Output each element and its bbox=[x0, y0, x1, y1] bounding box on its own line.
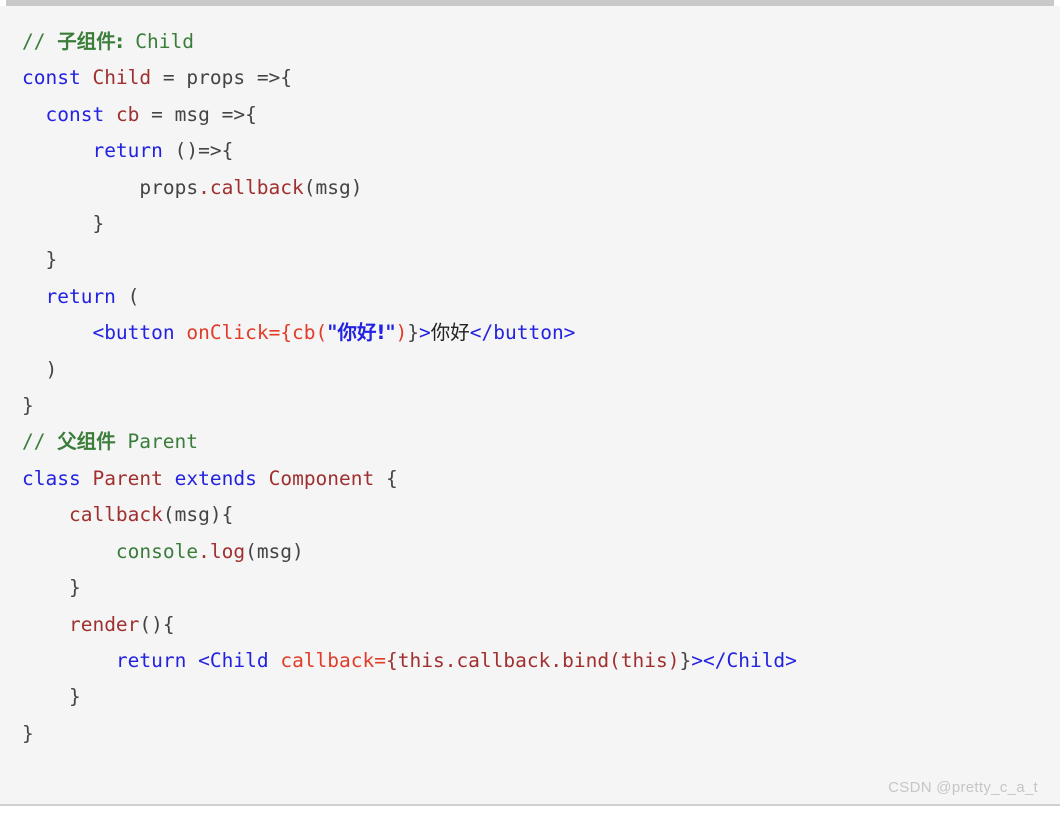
code-token: props bbox=[139, 175, 199, 199]
code-token: render bbox=[68, 612, 140, 636]
code-token: class bbox=[22, 466, 81, 490]
code-token: onClick={cb( bbox=[186, 321, 328, 345]
code-line: callback(msg){ bbox=[22, 497, 1060, 533]
code-token: } bbox=[68, 576, 81, 600]
code-line: } bbox=[22, 570, 1060, 606]
code-token: callback bbox=[68, 503, 163, 527]
code-line: return ( bbox=[22, 279, 1060, 315]
code-line: } bbox=[22, 679, 1060, 715]
code-line: console.log(msg) bbox=[22, 534, 1060, 570]
code-token: } bbox=[68, 685, 81, 709]
code-token: (){ bbox=[139, 612, 175, 636]
code-token: {this.callback.bind(this) bbox=[386, 648, 680, 672]
code-token: Child bbox=[123, 30, 194, 53]
code-token: (msg) bbox=[303, 175, 363, 199]
code-line: } bbox=[22, 206, 1060, 242]
code-line: const Child = props =>{ bbox=[22, 60, 1060, 96]
code-token: // bbox=[22, 430, 58, 454]
screenshot-root: // 子组件: Child const Child = props =>{ con… bbox=[0, 0, 1060, 814]
code-token: return bbox=[45, 284, 116, 308]
code-line: // 子组件: Child bbox=[22, 24, 1060, 60]
code-line: // 父组件 Parent bbox=[22, 424, 1060, 460]
code-line: return ()=>{ bbox=[22, 133, 1060, 169]
code-token: } bbox=[92, 212, 105, 236]
code-line: } bbox=[22, 388, 1060, 424]
code-line: render(){ bbox=[22, 607, 1060, 643]
code-token: 你好 bbox=[430, 321, 470, 345]
code-token: <button bbox=[92, 321, 175, 345]
code-token: Parent bbox=[92, 466, 163, 490]
code-token: } bbox=[22, 394, 34, 418]
code-token: .callback bbox=[198, 175, 304, 199]
code-token: > bbox=[419, 321, 431, 345]
code-token: Component bbox=[268, 466, 375, 490]
code-token: } bbox=[407, 321, 419, 345]
code-line: } bbox=[22, 716, 1060, 752]
code-token: callback= bbox=[280, 648, 386, 672]
code-token: } bbox=[679, 648, 692, 672]
code-token: ) bbox=[395, 321, 408, 345]
code-block[interactable]: // 子组件: Child const Child = props =>{ con… bbox=[0, 6, 1060, 752]
csdn-watermark: CSDN @pretty_c_a_t bbox=[888, 779, 1038, 796]
code-token: 父组件 bbox=[57, 430, 116, 454]
code-token: { bbox=[374, 466, 398, 490]
code-token: Child bbox=[92, 66, 152, 90]
code-token: 子组件: bbox=[57, 30, 124, 53]
code-token: } bbox=[22, 721, 34, 745]
code-line: return <Child callback={this.callback.bi… bbox=[22, 643, 1060, 679]
code-token: extends bbox=[174, 466, 257, 490]
code-token: ) bbox=[45, 357, 58, 381]
code-token: (msg){ bbox=[162, 503, 234, 527]
code-line: class Parent extends Component { bbox=[22, 461, 1060, 497]
code-token: const bbox=[45, 102, 105, 126]
code-line: <button onClick={cb("你好!")}>你好</button> bbox=[22, 315, 1060, 351]
code-card: // 子组件: Child const Child = props =>{ con… bbox=[0, 6, 1060, 806]
code-line: ) bbox=[22, 352, 1060, 388]
code-token: </button> bbox=[469, 321, 576, 345]
code-token: <Child bbox=[198, 648, 269, 672]
code-token: ( bbox=[115, 284, 140, 308]
code-token: // bbox=[22, 30, 58, 53]
code-token: console bbox=[115, 539, 199, 563]
code-token: } bbox=[45, 248, 58, 272]
code-token: Parent bbox=[115, 430, 198, 454]
code-token: = props =>{ bbox=[151, 66, 293, 90]
code-line: } bbox=[22, 242, 1060, 278]
code-line: const cb = msg =>{ bbox=[22, 97, 1060, 133]
code-token: "你好!" bbox=[327, 321, 396, 345]
code-token: const bbox=[22, 66, 81, 90]
code-line: props.callback(msg) bbox=[22, 170, 1060, 206]
code-token: .log bbox=[198, 539, 246, 563]
code-token: return bbox=[92, 139, 163, 163]
code-token: return bbox=[115, 648, 187, 672]
code-token: cb bbox=[115, 102, 140, 126]
code-token: ()=>{ bbox=[162, 139, 234, 163]
code-token: = msg =>{ bbox=[139, 102, 257, 126]
code-token: (msg) bbox=[245, 539, 304, 563]
code-token: ></Child> bbox=[691, 648, 797, 672]
